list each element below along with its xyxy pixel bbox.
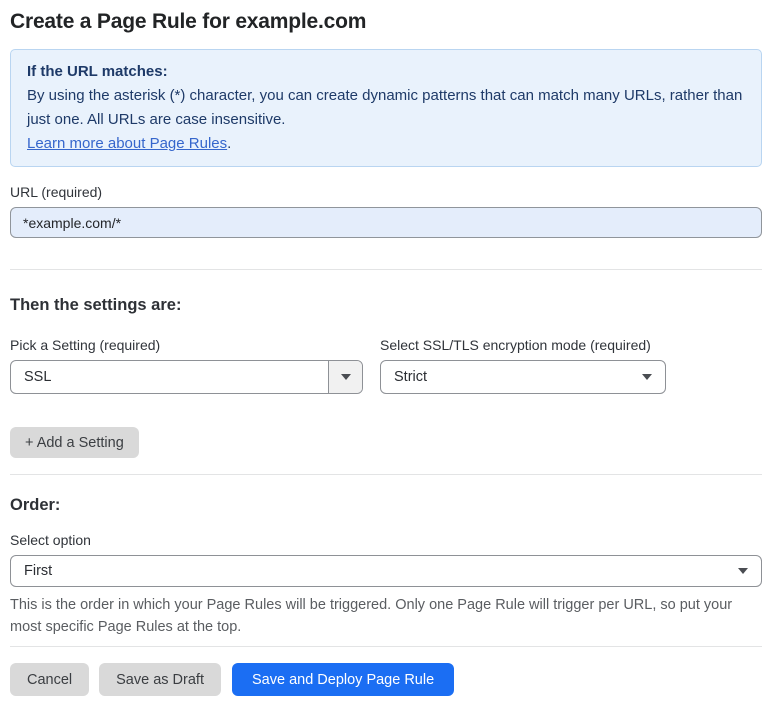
- ssl-mode-label: Select SSL/TLS encryption mode (required…: [380, 337, 651, 353]
- add-setting-button[interactable]: + Add a Setting: [10, 427, 139, 458]
- order-heading: Order:: [10, 496, 61, 514]
- chevron-down-icon: [738, 568, 748, 574]
- pick-setting-select[interactable]: SSL: [10, 360, 363, 394]
- order-caret-wrap: [738, 568, 761, 574]
- page-title: Create a Page Rule for example.com: [10, 10, 367, 33]
- ssl-mode-column: Select SSL/TLS encryption mode (required…: [380, 337, 666, 394]
- footer-actions: Cancel Save as Draft Save and Deploy Pag…: [10, 663, 762, 696]
- info-box-link-line: Learn more about Page Rules.: [27, 132, 745, 156]
- save-draft-button[interactable]: Save as Draft: [99, 663, 221, 696]
- pick-setting-column: Pick a Setting (required) SSL: [10, 337, 363, 394]
- info-box-body: By using the asterisk (*) character, you…: [27, 87, 743, 128]
- settings-row: Pick a Setting (required) SSL Select SSL…: [10, 337, 762, 394]
- link-period: .: [227, 135, 232, 152]
- ssl-mode-caret-wrap: [642, 374, 665, 380]
- pick-setting-dropdown-button[interactable]: [328, 361, 362, 393]
- cancel-button[interactable]: Cancel: [10, 663, 90, 696]
- save-deploy-button[interactable]: Save and Deploy Page Rule: [231, 663, 455, 696]
- pick-setting-value: SSL: [24, 369, 52, 385]
- url-input[interactable]: [10, 207, 762, 238]
- section-divider: [10, 269, 762, 270]
- settings-heading: Then the settings are:: [10, 296, 182, 314]
- ssl-mode-select[interactable]: Strict: [380, 360, 666, 394]
- order-select-label: Select option: [10, 532, 91, 548]
- create-page-rule-form: Create a Page Rule for example.com If th…: [0, 0, 772, 711]
- chevron-down-icon: [340, 374, 351, 380]
- pick-setting-label: Pick a Setting (required): [10, 337, 161, 353]
- info-box-heading: If the URL matches:: [27, 63, 168, 80]
- chevron-down-icon: [642, 374, 652, 380]
- url-match-info-box: If the URL matches: By using the asteris…: [10, 49, 762, 167]
- footer-divider: [10, 646, 762, 647]
- order-select[interactable]: First: [10, 555, 762, 587]
- ssl-mode-value: Strict: [394, 369, 428, 385]
- order-select-value: First: [24, 563, 53, 579]
- url-label: URL (required): [10, 184, 103, 200]
- order-help-text: This is the order in which your Page Rul…: [10, 597, 733, 635]
- section-divider: [10, 474, 762, 475]
- learn-more-link[interactable]: Learn more about Page Rules: [27, 135, 227, 152]
